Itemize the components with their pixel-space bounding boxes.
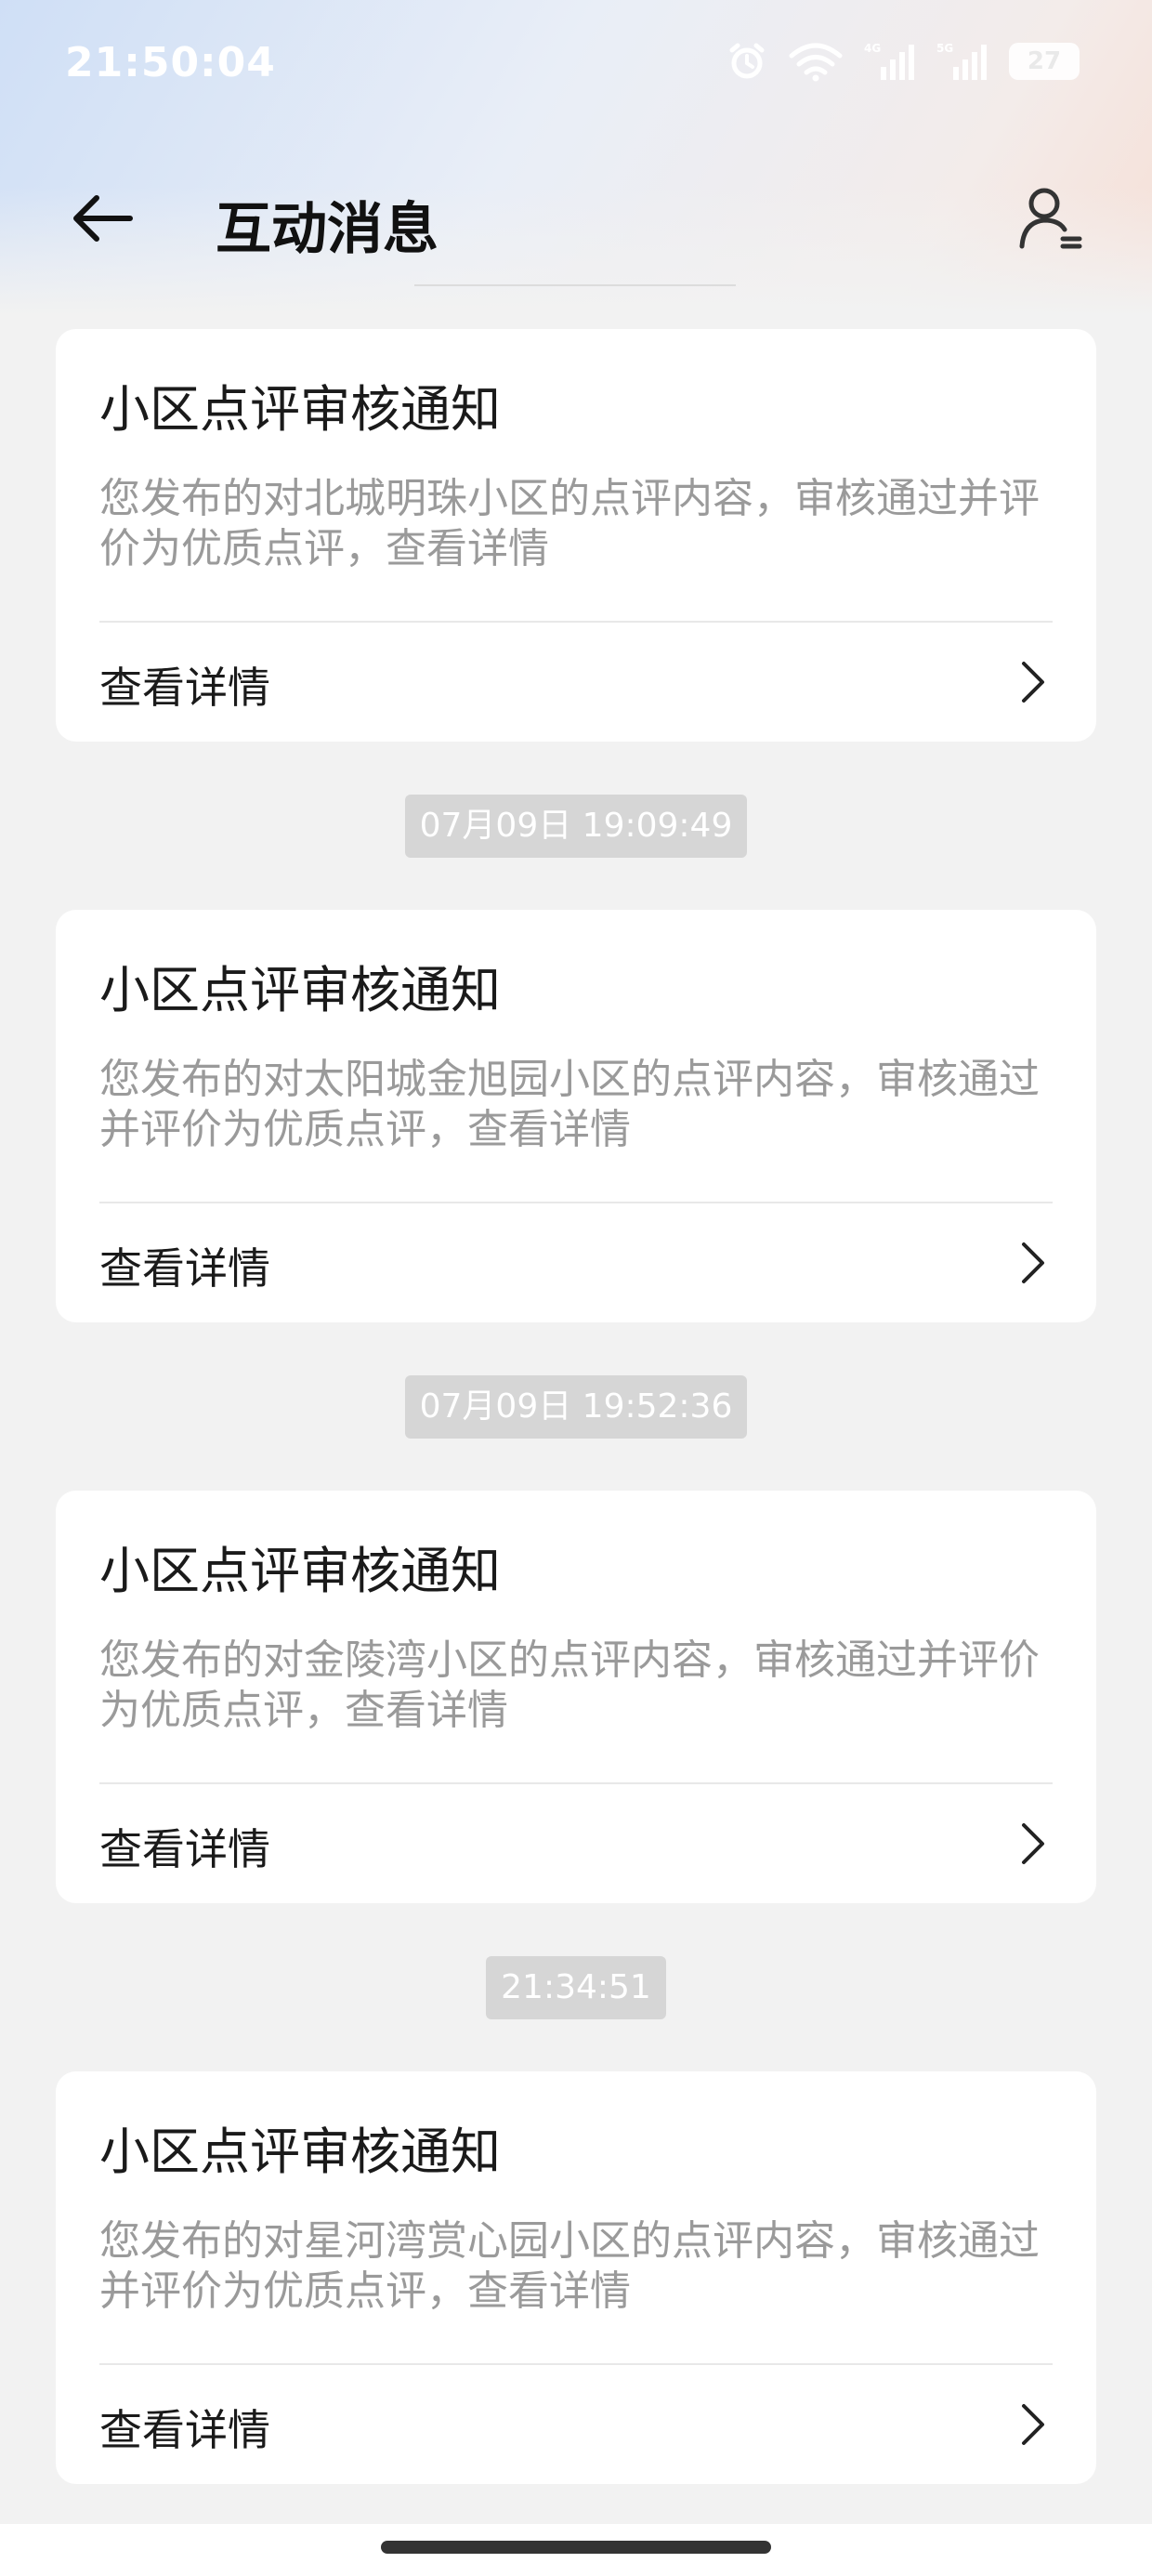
5g-signal-icon: 5G — [936, 42, 987, 80]
message-body: 您发布的对太阳城金旭园小区的点评内容，审核通过并评价为优质点评，查看详情 — [99, 1056, 1040, 1153]
wifi-icon — [789, 43, 843, 82]
view-details-label: 查看详情 — [99, 1824, 270, 1874]
4g-signal-icon: 4G — [864, 42, 914, 80]
message-title: 小区点评审核通知 — [99, 961, 501, 1019]
status-time: 21:50:04 — [65, 39, 276, 86]
chevron-right-icon — [1022, 662, 1044, 703]
message-body: 您发布的对金陵湾小区的点评内容，审核通过并评价为优质点评，查看详情 — [99, 1636, 1040, 1734]
timestamp-row: 21:34:51 — [56, 1903, 1096, 2071]
message-card: 小区点评审核通知 您发布的对星河湾赏心园小区的点评内容，审核通过并评价为优质点评… — [56, 2071, 1096, 2484]
chevron-right-icon — [1022, 2404, 1044, 2445]
message-card: 小区点评审核通知 您发布的对北城明珠小区的点评内容，审核通过并评价为优质点评，查… — [56, 329, 1096, 742]
message-card: 小区点评审核通知 您发布的对金陵湾小区的点评内容，审核通过并评价为优质点评，查看… — [56, 1491, 1096, 1903]
svg-text:4G: 4G — [864, 42, 881, 55]
message-title: 小区点评审核通知 — [99, 380, 501, 439]
message-timestamp: 07月09日 19:52:36 — [404, 1374, 748, 1439]
view-details-label: 查看详情 — [99, 663, 270, 713]
message-card: 小区点评审核通知 您发布的对太阳城金旭园小区的点评内容，审核通过并评价为优质点评… — [56, 910, 1096, 1322]
user-list-icon — [1019, 188, 1082, 249]
battery-level: 27 — [1027, 47, 1062, 75]
message-body: 您发布的对北城明珠小区的点评内容，审核通过并评价为优质点评，查看详情 — [99, 475, 1040, 572]
view-details-button[interactable]: 查看详情 — [56, 623, 1096, 742]
message-title: 小区点评审核通知 — [99, 1542, 501, 1600]
view-details-button[interactable]: 查看详情 — [56, 1784, 1096, 1903]
status-bar: 21:50:04 4G 5G 27 — [0, 0, 1152, 130]
svg-text:5G: 5G — [936, 42, 953, 55]
message-body: 您发布的对星河湾赏心园小区的点评内容，审核通过并评价为优质点评，查看详情 — [99, 2217, 1040, 2315]
nav-bar: 互动消息 — [0, 158, 1152, 279]
view-details-label: 查看详情 — [99, 1243, 270, 1294]
profile-button[interactable] — [1013, 181, 1087, 256]
nav-divider — [414, 284, 736, 286]
chevron-right-icon — [1022, 1242, 1044, 1283]
arrow-left-icon — [73, 195, 133, 242]
message-list: 小区点评审核通知 您发布的对北城明珠小区的点评内容，审核通过并评价为优质点评，查… — [56, 329, 1096, 2484]
message-timestamp: 21:34:51 — [486, 1955, 666, 2019]
chevron-right-icon — [1022, 1823, 1044, 1864]
home-indicator[interactable] — [381, 2541, 771, 2554]
view-details-button[interactable]: 查看详情 — [56, 2365, 1096, 2484]
view-details-label: 查看详情 — [99, 2405, 270, 2455]
message-title: 小区点评审核通知 — [99, 2123, 501, 2181]
view-details-button[interactable]: 查看详情 — [56, 1203, 1096, 1322]
back-button[interactable] — [65, 181, 139, 256]
page-title: 互动消息 — [216, 197, 439, 262]
timestamp-row: 07月09日 19:09:49 — [56, 742, 1096, 910]
status-icons: 4G 5G 27 — [727, 41, 1080, 82]
alarm-icon — [729, 43, 765, 79]
message-timestamp: 07月09日 19:09:49 — [404, 794, 748, 858]
timestamp-row: 07月09日 19:52:36 — [56, 1322, 1096, 1491]
battery-icon: 27 — [1009, 43, 1080, 80]
